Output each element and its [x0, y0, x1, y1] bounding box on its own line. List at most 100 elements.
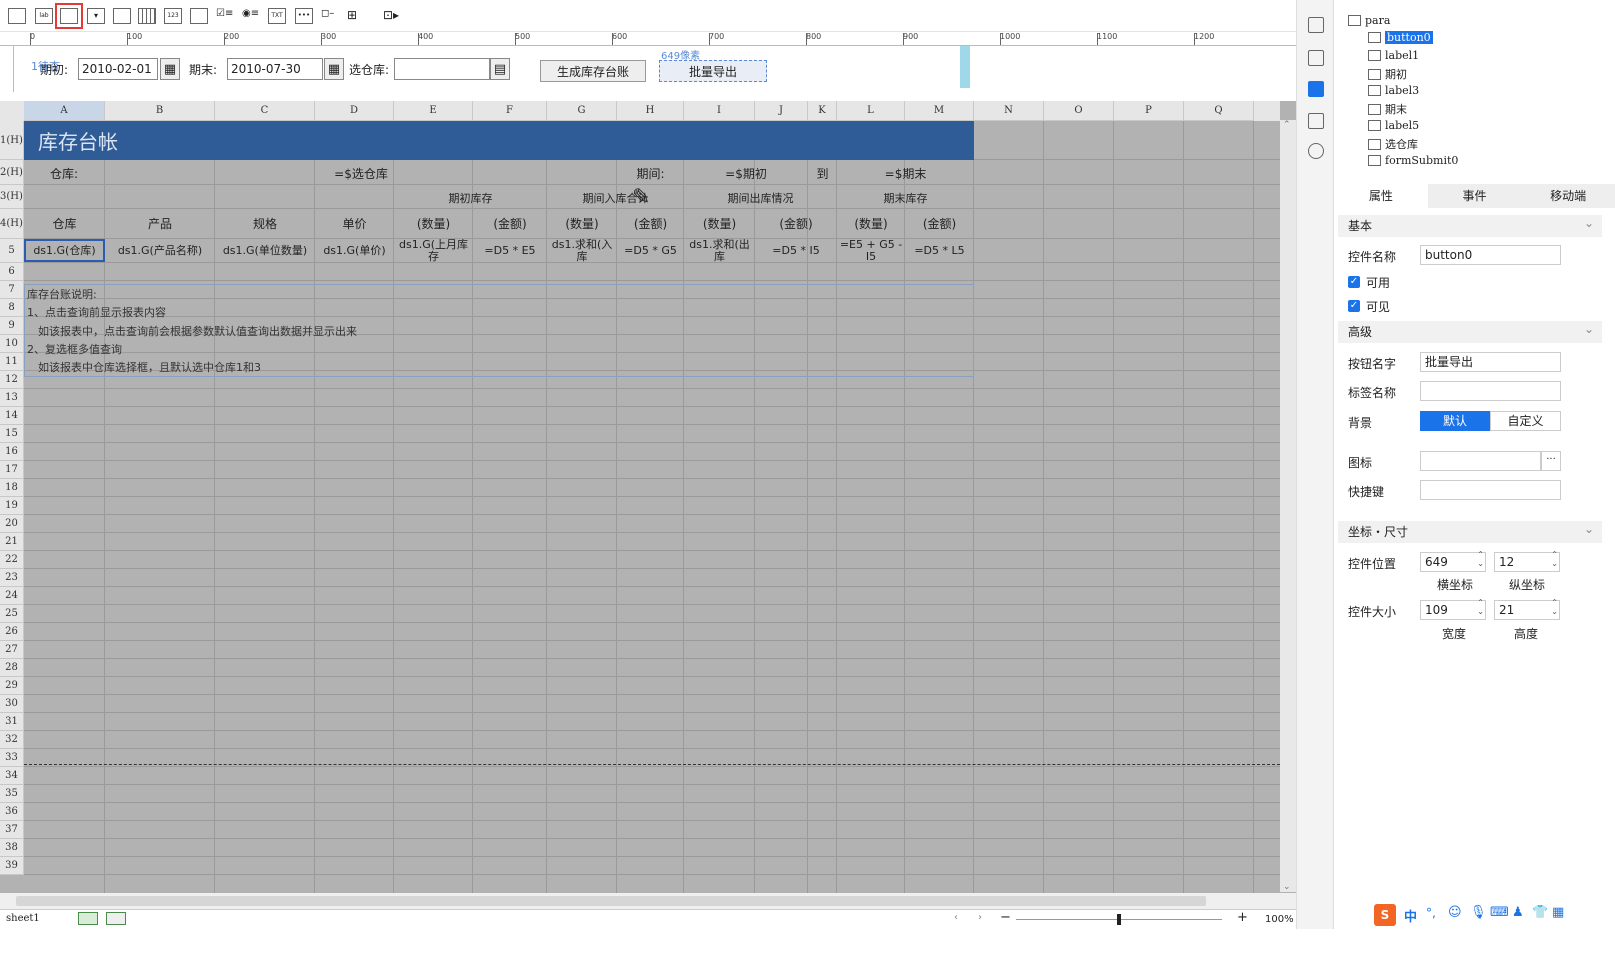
sogou-icon[interactable]: S [1374, 904, 1396, 926]
punct-mode[interactable]: °, [1426, 906, 1436, 920]
tree-root[interactable]: para [1348, 14, 1390, 27]
column-header-cell[interactable]: 规格 [215, 209, 315, 238]
tree-item[interactable]: label5 [1368, 119, 1419, 132]
row-header[interactable]: 20 [0, 515, 24, 533]
tab-events[interactable]: 事件 [1428, 184, 1522, 208]
tag-icon[interactable]: ◻– [321, 8, 339, 24]
row-header[interactable]: 33 [0, 749, 24, 767]
row-header[interactable]: 28 [0, 659, 24, 677]
add-sheet-icon[interactable] [78, 912, 98, 925]
row-header[interactable]: 34 [0, 767, 24, 785]
add-poly-sheet-icon[interactable] [106, 912, 126, 925]
warehouse-formula[interactable]: =$选仓库 [105, 161, 617, 185]
cell-element-icon[interactable] [1308, 50, 1324, 66]
column-header-cell[interactable]: (数量) [547, 209, 617, 238]
report-sheet[interactable]: ⋮⋮ ABCDEFGHIJKLMNOPQ 1(H)2(H)3(H)4(H)567… [0, 101, 1296, 916]
data-cell[interactable]: =D5 * I5 [755, 239, 837, 262]
treetable-icon[interactable]: ⊞ [347, 8, 365, 24]
row-header[interactable]: 1(H) [0, 121, 24, 160]
calendar-icon[interactable]: ▦ [160, 58, 180, 80]
start-date-input[interactable]: 2010-02-01 [78, 58, 158, 80]
column-header[interactable]: G [547, 101, 617, 121]
tree-item[interactable]: 期末 [1368, 101, 1407, 117]
column-header[interactable]: K [808, 101, 837, 121]
date-icon[interactable] [138, 8, 156, 24]
row-header[interactable]: 18 [0, 479, 24, 497]
tree-icon[interactable] [113, 8, 131, 24]
row-header[interactable]: 29 [0, 677, 24, 695]
radio-group-icon[interactable]: ◉≡ [242, 8, 260, 24]
generate-ledger-button[interactable]: 生成库存台账 [540, 60, 646, 82]
row-header[interactable]: 27 [0, 641, 24, 659]
column-header-cell[interactable]: 仓库 [24, 209, 105, 238]
row-header[interactable]: 17 [0, 461, 24, 479]
toolbox-icon[interactable]: ▦ [1552, 905, 1564, 920]
ime-mode[interactable]: 中 [1404, 906, 1417, 925]
row-header[interactable]: 26 [0, 623, 24, 641]
tree-item[interactable]: 选仓库 [1368, 136, 1418, 152]
column-header-cell[interactable]: (金额) [473, 209, 547, 238]
row-header[interactable]: 16 [0, 443, 24, 461]
widget-settings-icon[interactable] [1308, 17, 1324, 33]
vertical-scrollbar[interactable]: ⌃ ⌄ [1280, 120, 1296, 892]
column-header[interactable]: P [1114, 101, 1184, 121]
column-header[interactable]: O [1044, 101, 1114, 121]
tab-properties[interactable]: 属性 [1334, 184, 1428, 208]
row-header[interactable]: 14 [0, 407, 24, 425]
row-header[interactable]: 2(H) [0, 160, 24, 185]
data-cell[interactable]: ds1.G(上月库存 [394, 239, 473, 262]
group-closing[interactable]: 期末库存 [837, 186, 974, 210]
row-header[interactable]: 5 [0, 239, 24, 263]
calendar-icon[interactable]: ▦ [324, 58, 344, 80]
height-stepper[interactable]: 21 [1494, 598, 1560, 620]
skin-icon[interactable]: 👕 [1532, 905, 1548, 920]
row-header[interactable]: 13 [0, 389, 24, 407]
column-header[interactable]: B [105, 101, 215, 121]
column-header[interactable]: C [215, 101, 315, 121]
row-header[interactable]: 8 [0, 299, 24, 317]
column-header-cell[interactable]: 单价 [315, 209, 394, 238]
button-icon[interactable] [55, 3, 83, 29]
dropdown-picker-icon[interactable]: ▤ [490, 58, 510, 80]
password-icon[interactable]: ••• [295, 8, 313, 24]
row-header[interactable]: 37 [0, 821, 24, 839]
visible-checkbox[interactable]: ✓ [1348, 300, 1360, 312]
warehouse-header-label[interactable]: 仓库: [24, 161, 104, 185]
row-header[interactable]: 4(H) [0, 209, 24, 239]
column-header[interactable]: A [24, 101, 105, 121]
row-header[interactable]: 31 [0, 713, 24, 731]
column-header[interactable]: H [617, 101, 684, 121]
column-header-cell[interactable]: 产品 [105, 209, 215, 238]
zoom-thumb[interactable] [1117, 914, 1121, 925]
tree-item[interactable]: 期初 [1368, 66, 1407, 82]
end-date-input[interactable]: 2010-07-30 [227, 58, 323, 80]
horizontal-scrollbar[interactable] [0, 893, 1296, 909]
group-opening[interactable]: 期初库存 [394, 186, 547, 210]
column-header[interactable]: I [684, 101, 755, 121]
section-basic[interactable]: 基本 [1338, 212, 1602, 237]
data-cell[interactable]: ds1.求和(出库 [684, 239, 755, 262]
column-header[interactable]: Q [1184, 101, 1254, 121]
column-header[interactable]: N [974, 101, 1044, 121]
column-header-cell[interactable]: (金额) [905, 209, 974, 238]
row-header[interactable]: 11 [0, 353, 24, 371]
row-header[interactable]: 9 [0, 317, 24, 335]
scroll-down-icon[interactable]: ⌄ [1283, 882, 1291, 892]
param-boundary[interactable] [960, 46, 970, 88]
column-header-cell[interactable]: (金额) [617, 209, 684, 238]
column-header-cell[interactable]: (数量) [394, 209, 473, 238]
row-header[interactable]: 23 [0, 569, 24, 587]
pos-y-stepper[interactable]: 12 [1494, 550, 1560, 572]
number-icon[interactable]: 123 [164, 8, 182, 24]
scroll-thumb[interactable] [16, 896, 1206, 906]
more-icon[interactable]: ⊡▸ [383, 8, 401, 24]
button-name-input[interactable]: 批量导出 [1420, 352, 1561, 372]
period-start-formula[interactable]: =$期初 [684, 161, 808, 185]
batch-export-button[interactable]: 批量导出 [659, 60, 767, 82]
report-title[interactable]: 库存台帐 [24, 121, 974, 160]
row-header[interactable]: 7 [0, 281, 24, 299]
data-cell[interactable]: ds1.G(单价) [315, 239, 394, 262]
width-stepper[interactable]: 109 [1420, 598, 1486, 620]
period-to-label[interactable]: 到 [808, 161, 837, 185]
row-header[interactable]: 36 [0, 803, 24, 821]
